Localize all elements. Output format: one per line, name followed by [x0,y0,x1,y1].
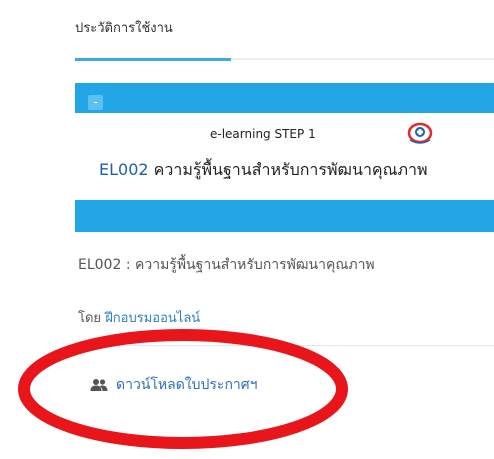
banner-course-name: ความรู้พื้นฐานสำหรับการพัฒนาคุณภาพ [148,160,428,179]
highlight-ellipse [18,329,348,449]
course-name: EL002 : ความรู้พื้นฐานสำหรับการพัฒนาคุณภ… [78,257,375,273]
tab-active-indicator [75,58,231,61]
tab-history-label: ประวัติการใช้งาน [75,21,173,36]
hospital-logo-icon [407,122,433,144]
collapse-button[interactable]: - [88,95,103,110]
banner-subtitle: e-learning STEP 1 [210,127,316,141]
banner-course-code: EL002 [99,160,149,179]
course-banner: e-learning STEP 1 EL002 ความรู้พื้นฐานสำ… [75,113,494,200]
course-card: - e-learning STEP 1 EL002 ความรู้พื้นฐาน… [75,83,494,232]
banner-title: EL002 ความรู้พื้นฐานสำหรับการพัฒนาคุณภาพ [99,158,428,183]
